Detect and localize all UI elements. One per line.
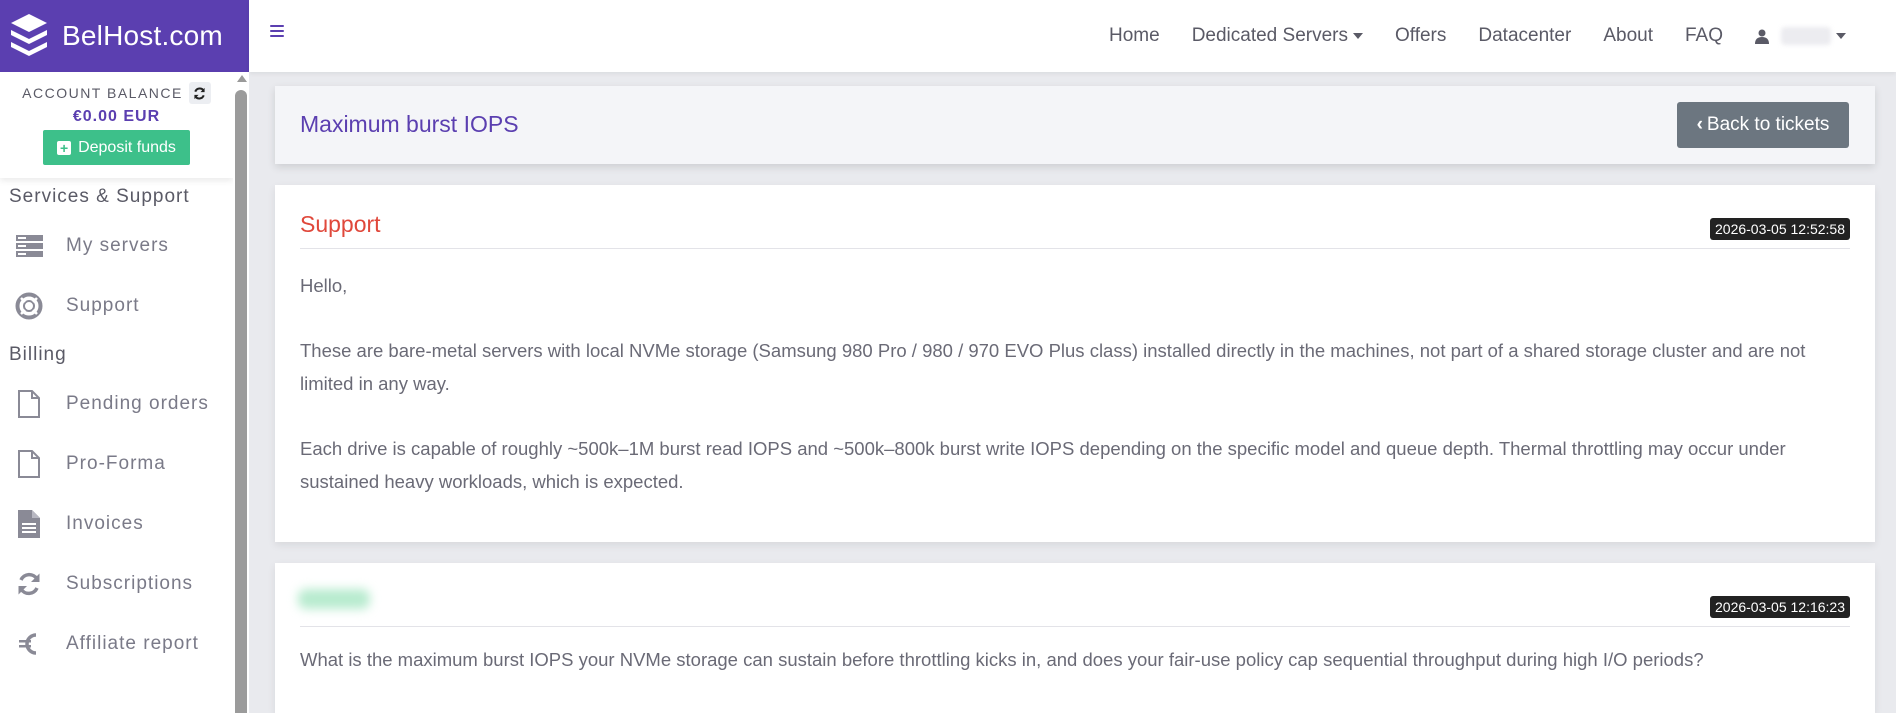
message-author-redacted xyxy=(298,589,370,609)
caret-down-icon xyxy=(1836,33,1846,39)
euro-icon xyxy=(14,629,44,659)
layers-logo-icon xyxy=(11,14,47,56)
sidebar-item-label: My servers xyxy=(66,235,169,256)
nav-faq[interactable]: FAQ xyxy=(1685,25,1723,47)
section-title-services: Services & Support xyxy=(9,186,190,207)
nav-offers-label: Offers xyxy=(1394,25,1447,46)
ticket-header: Maximum burst IOPS ‹ Back to tickets xyxy=(275,86,1875,164)
sidebar-item-affiliate-report[interactable]: Affiliate report xyxy=(0,614,233,674)
back-to-tickets-label: Back to tickets xyxy=(1706,114,1830,135)
server-icon xyxy=(14,231,44,261)
sidebar-item-label: Pro-Forma xyxy=(66,453,166,474)
file-icon xyxy=(14,449,44,479)
nav-faq-label: FAQ xyxy=(1684,25,1723,46)
section-title-billing: Billing xyxy=(9,344,67,365)
scrollbar-thumb[interactable] xyxy=(235,90,247,713)
sidebar-item-label: Support xyxy=(66,295,140,316)
message-header: 2026-03-05 12:16:23 xyxy=(298,563,1850,627)
main-nav: Home Dedicated Servers Offers Datacenter… xyxy=(1077,0,1896,72)
sidebar: ACCOUNT BALANCE €0.00 EUR + Deposit fund… xyxy=(0,72,233,713)
sidebar-item-label: Pending orders xyxy=(66,393,209,414)
sidebar-item-support[interactable]: Support xyxy=(0,276,233,336)
nav-home[interactable]: Home xyxy=(1109,25,1160,47)
sidebar-scrollbar[interactable] xyxy=(233,72,249,713)
account-balance-box: ACCOUNT BALANCE €0.00 EUR + Deposit fund… xyxy=(0,72,233,178)
nav-dedicated-servers-label: Dedicated Servers xyxy=(1191,25,1348,46)
chevron-left-icon: ‹ xyxy=(1696,114,1703,135)
back-to-tickets-button[interactable]: ‹ Back to tickets xyxy=(1677,102,1849,148)
message-timestamp-badge: 2026-03-05 12:16:23 xyxy=(1710,596,1850,618)
sidebar-item-pending-orders[interactable]: Pending orders xyxy=(0,374,233,434)
top-navbar: Home Dedicated Servers Offers Datacenter… xyxy=(249,0,1896,72)
user-icon xyxy=(1755,29,1769,44)
message-paragraph: What is the maximum burst IOPS your NVMe… xyxy=(300,649,1704,670)
file-text-icon xyxy=(14,509,44,539)
message-timestamp-badge: 2026-03-05 12:52:58 xyxy=(1710,218,1850,240)
file-icon xyxy=(14,389,44,419)
brand-name: BelHost.com xyxy=(62,20,223,51)
nav-datacenter-label: Datacenter xyxy=(1478,25,1572,46)
sync-icon xyxy=(14,569,44,599)
message-body: What is the maximum burst IOPS your NVMe… xyxy=(300,643,1835,708)
ticket-message: 2026-03-05 12:16:23 What is the maximum … xyxy=(275,563,1875,713)
refresh-balance-button[interactable] xyxy=(188,82,211,104)
sidebar-item-label: Affiliate report xyxy=(66,633,199,654)
menu-toggle-icon[interactable] xyxy=(270,25,284,37)
message-author: Support xyxy=(300,211,381,237)
caret-down-icon xyxy=(1352,33,1363,39)
account-balance-label: ACCOUNT BALANCE xyxy=(22,85,183,101)
message-paragraph: These are bare-metal servers with local … xyxy=(300,340,1806,394)
brand-logo-link[interactable]: BelHost.com xyxy=(0,0,249,72)
sidebar-item-pro-forma[interactable]: Pro-Forma xyxy=(0,434,233,494)
nav-about[interactable]: About xyxy=(1603,25,1653,47)
user-name-redacted xyxy=(1781,27,1831,45)
nav-offers[interactable]: Offers xyxy=(1395,25,1446,47)
message-paragraph: Each drive is capable of roughly ~500k–1… xyxy=(300,438,1786,492)
balance-amount: €0.00 EUR xyxy=(72,108,161,125)
page-title: Maximum burst IOPS xyxy=(300,111,519,137)
sidebar-item-label: Subscriptions xyxy=(66,573,194,594)
sidebar-item-subscriptions[interactable]: Subscriptions xyxy=(0,554,233,614)
nav-about-label: About xyxy=(1603,25,1653,46)
user-menu[interactable] xyxy=(1755,27,1846,45)
plus-square-icon: + xyxy=(57,140,72,155)
deposit-funds-button[interactable]: + Deposit funds xyxy=(43,130,190,165)
nav-dedicated-servers[interactable]: Dedicated Servers xyxy=(1192,25,1363,47)
nav-home-label: Home xyxy=(1109,25,1160,46)
sidebar-item-my-servers[interactable]: My servers xyxy=(0,216,233,276)
ticket-message: Support 2026-03-05 12:52:58 Hello, These… xyxy=(275,185,1875,542)
sidebar-item-invoices[interactable]: Invoices xyxy=(0,494,233,554)
nav-datacenter[interactable]: Datacenter xyxy=(1478,25,1571,47)
message-body: Hello, These are bare-metal servers with… xyxy=(300,269,1835,530)
message-paragraph: Hello, xyxy=(300,275,348,296)
sidebar-item-label: Invoices xyxy=(66,513,144,534)
scroll-up-arrow-icon[interactable] xyxy=(237,75,247,82)
refresh-icon xyxy=(194,87,206,99)
lifebuoy-icon xyxy=(14,291,44,321)
message-header: Support 2026-03-05 12:52:58 xyxy=(300,185,1850,249)
deposit-funds-label: Deposit funds xyxy=(78,138,176,156)
